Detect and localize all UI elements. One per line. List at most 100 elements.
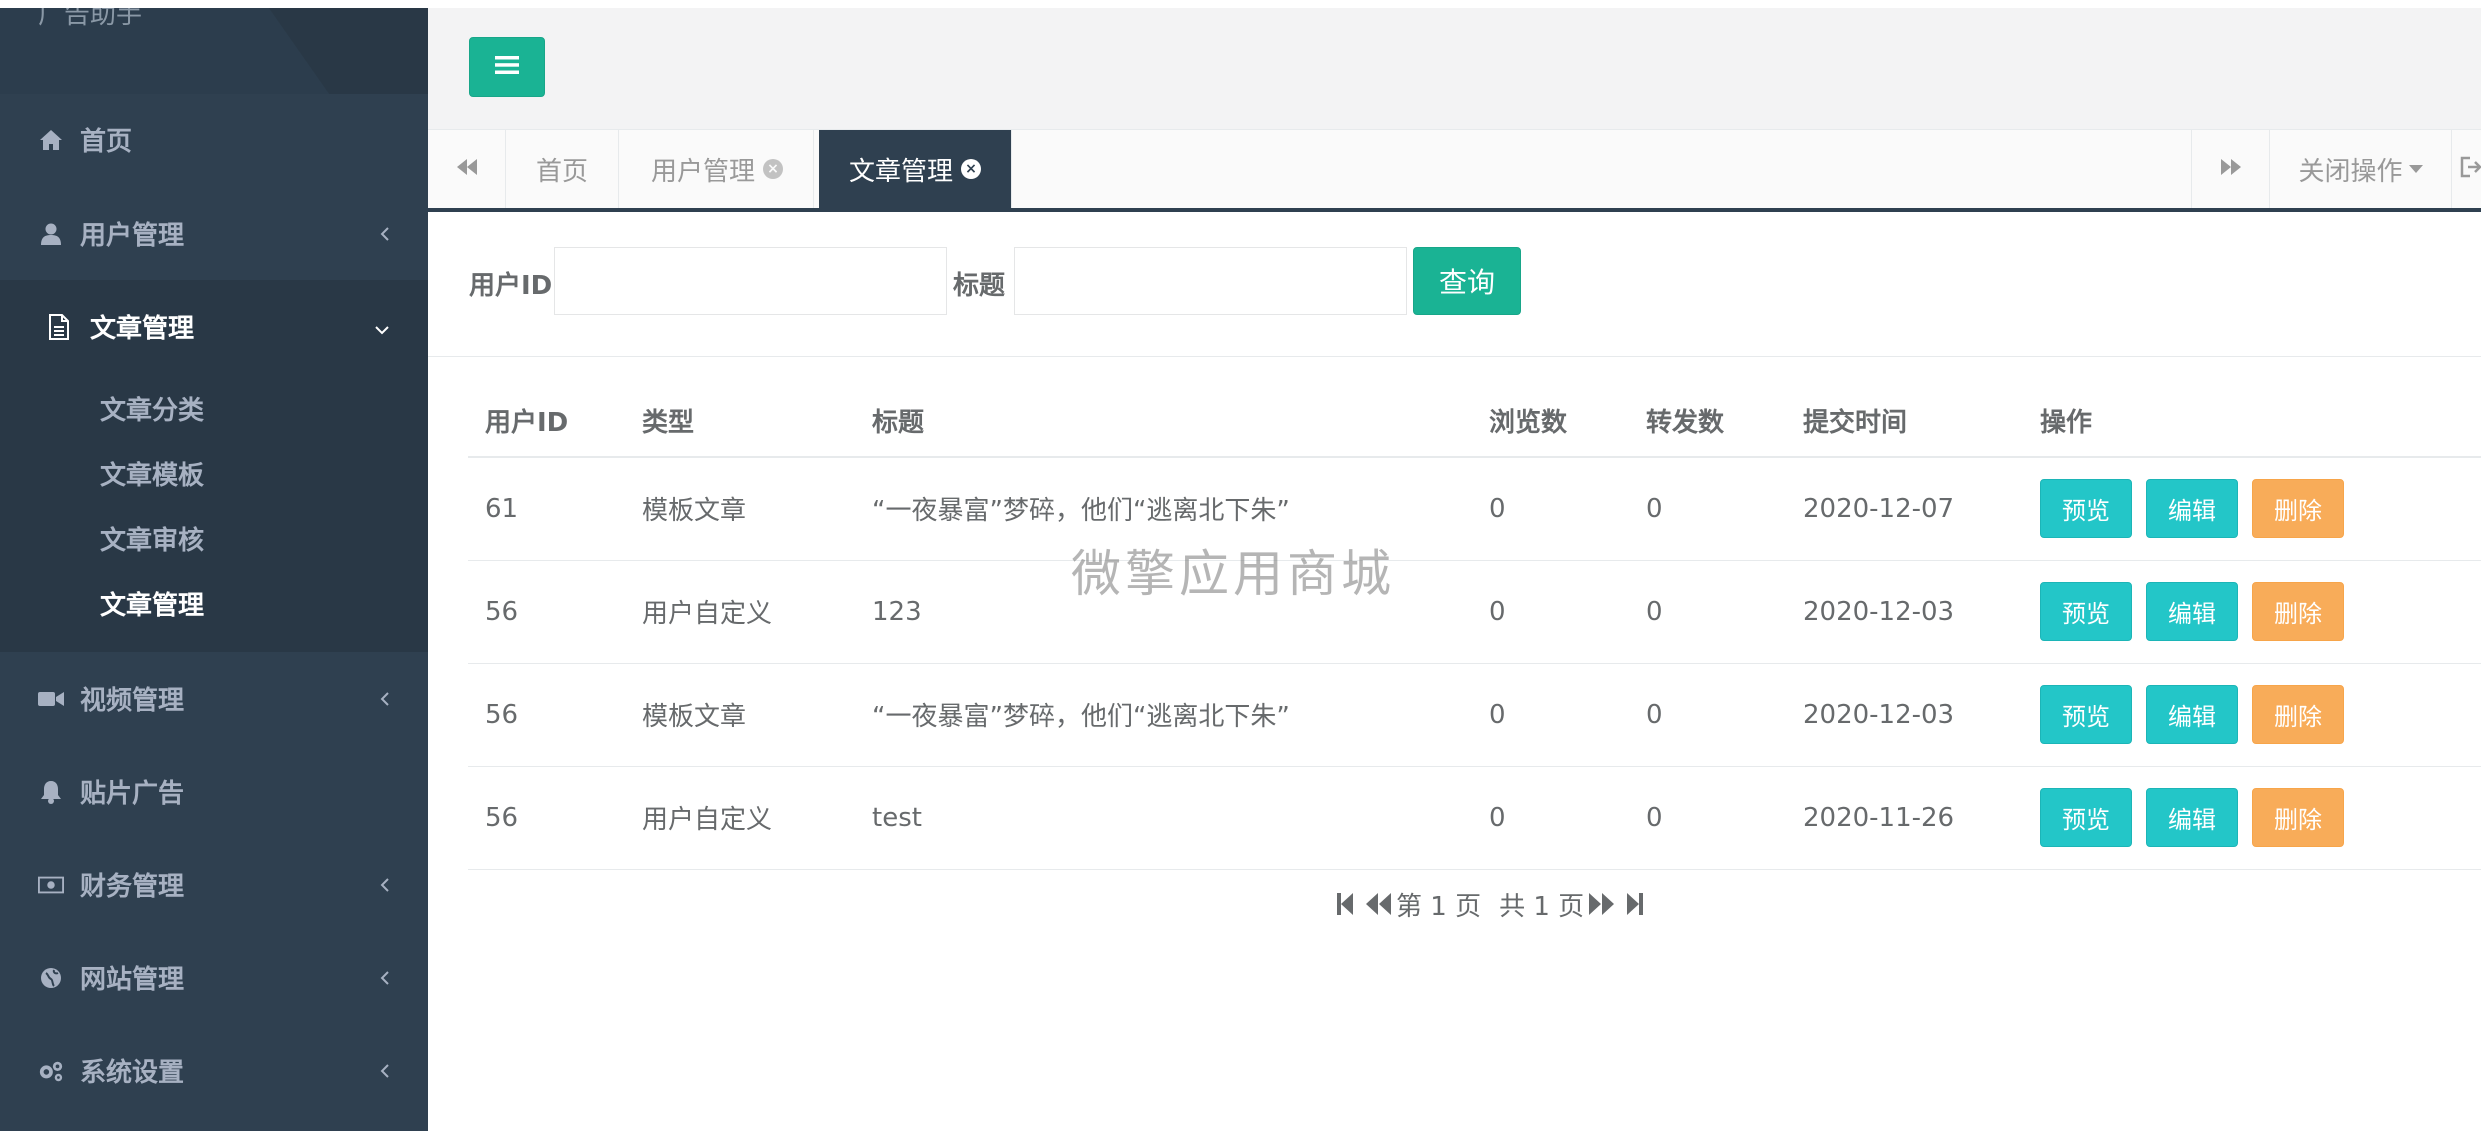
hamburger-icon — [495, 55, 519, 79]
tab-article-manage[interactable]: 文章管理 × — [819, 130, 1013, 208]
tabs-scroll-left-button[interactable] — [428, 130, 506, 208]
sidebar-item-label: 贴片广告 — [80, 779, 185, 809]
prev-page-icon[interactable] — [1364, 891, 1392, 917]
column-header: 浏览数 — [1472, 385, 1629, 458]
cell-views: 0 — [1472, 663, 1629, 767]
chevron-left-icon — [380, 870, 390, 900]
sidebar-item-label: 用户管理 — [80, 221, 185, 251]
column-header: 用户ID — [468, 385, 625, 458]
sidebar-item-videos[interactable]: 视频管理 — [0, 652, 428, 745]
chevron-left-icon — [380, 1056, 390, 1086]
delete-button[interactable]: 删除 — [2252, 685, 2344, 744]
cell-actions: 预览 编辑 删除 — [2023, 663, 2481, 767]
preview-button[interactable]: 预览 — [2040, 479, 2132, 539]
user-icon — [38, 221, 64, 247]
edit-button[interactable]: 编辑 — [2146, 788, 2238, 847]
current-page-text: 第 1 页 — [1396, 891, 1482, 922]
column-header: 转发数 — [1629, 385, 1786, 458]
cell-views: 0 — [1472, 766, 1629, 870]
chevron-left-icon — [380, 684, 390, 714]
chevron-left-icon — [380, 219, 390, 249]
cell-actions: 预览 编辑 删除 — [2023, 560, 2481, 664]
exit-button[interactable] — [2451, 130, 2481, 208]
gears-icon — [38, 1058, 64, 1084]
cell-user-id: 56 — [468, 766, 625, 870]
video-camera-icon — [38, 686, 64, 712]
cell-time: 2020-12-03 — [1786, 560, 2023, 664]
cell-shares: 0 — [1629, 663, 1786, 767]
total-pages-text: 共 1 页 — [1499, 891, 1585, 922]
table-header-row: 用户ID 类型 标题 浏览数 转发数 提交时间 操作 — [468, 385, 2481, 458]
sidebar-item-settings[interactable]: 系统设置 — [0, 1024, 428, 1117]
money-icon — [38, 872, 64, 898]
globe-icon — [38, 965, 64, 991]
cell-title: 123 — [855, 560, 1472, 664]
column-header: 操作 — [2023, 385, 2481, 458]
preview-button[interactable]: 预览 — [2040, 582, 2132, 641]
user-id-label: 用户ID — [469, 271, 553, 301]
cell-shares: 0 — [1629, 457, 1786, 561]
cell-type: 模板文章 — [625, 457, 855, 561]
close-operations-dropdown[interactable]: 关闭操作 — [2269, 130, 2451, 208]
caret-down-icon — [2408, 165, 2423, 173]
delete-button[interactable]: 删除 — [2252, 582, 2344, 641]
chevron-down-icon — [374, 312, 390, 342]
delete-button[interactable]: 删除 — [2252, 788, 2344, 847]
chevron-left-icon — [380, 963, 390, 993]
sidebar-header: 广告助手 — [0, 8, 428, 94]
cell-title: “一夜暴富”梦碎，他们“逃离北下朱” — [855, 663, 1472, 767]
tab-user-manage[interactable]: 用户管理 × — [621, 130, 815, 208]
cell-time: 2020-12-07 — [1786, 457, 2023, 561]
edit-button[interactable]: 编辑 — [2146, 479, 2238, 539]
title-label: 标题 — [953, 271, 1006, 301]
edit-button[interactable]: 编辑 — [2146, 685, 2238, 744]
user-id-input[interactable] — [554, 247, 947, 315]
sidebar-item-users[interactable]: 用户管理 — [0, 187, 428, 280]
close-circle-icon[interactable]: × — [763, 159, 784, 179]
article-table: 用户ID 类型 标题 浏览数 转发数 提交时间 操作 61 模板文章 “一夜暴富… — [468, 385, 2481, 870]
column-header: 提交时间 — [1786, 385, 2023, 458]
sidebar-item-home[interactable]: 首页 — [0, 93, 428, 186]
delete-button[interactable]: 删除 — [2252, 479, 2344, 539]
table-row: 56 用户自定义 123 0 0 2020-12-03 预览 编辑 删除 — [468, 560, 2481, 664]
sidebar-item-label: 视频管理 — [80, 686, 185, 716]
title-input[interactable] — [1014, 247, 1407, 315]
cell-actions: 预览 编辑 删除 — [2023, 766, 2481, 870]
query-button[interactable]: 查询 — [1413, 247, 1521, 315]
sidebar-item-label: 文章管理 — [90, 314, 195, 344]
table-row: 61 模板文章 “一夜暴富”梦碎，他们“逃离北下朱” 0 0 2020-12-0… — [468, 457, 2481, 561]
sidebar-item-website[interactable]: 网站管理 — [0, 931, 428, 1024]
cell-user-id: 56 — [468, 560, 625, 664]
sign-out-icon — [2460, 156, 2481, 182]
menu-toggle-button[interactable] — [469, 37, 545, 97]
tab-home[interactable]: 首页 — [506, 130, 620, 208]
edit-button[interactable]: 编辑 — [2146, 582, 2238, 641]
tab-label: 首页 — [536, 156, 589, 187]
cell-type: 用户自定义 — [625, 560, 855, 664]
cell-views: 0 — [1472, 457, 1629, 561]
sidebar: 广告助手 首页 用户管理 文章管理 文章分类 文章模板 文章审核 文章管理 视频… — [0, 0, 428, 1131]
sidebar-subitem-article-category[interactable]: 文章分类 — [100, 390, 204, 427]
column-header: 标题 — [855, 385, 1472, 458]
last-page-icon[interactable] — [1626, 891, 1644, 917]
tabs-scroll-right-button[interactable] — [2191, 130, 2269, 208]
cell-user-id: 61 — [468, 457, 625, 561]
bell-icon — [38, 779, 64, 805]
close-circle-icon[interactable]: × — [961, 159, 982, 179]
sidebar-item-ads[interactable]: 贴片广告 — [0, 745, 428, 838]
tab-label: 文章管理 — [849, 156, 954, 187]
next-page-icon[interactable] — [1588, 891, 1616, 917]
sidebar-subitem-article-review[interactable]: 文章审核 — [100, 520, 204, 557]
preview-button[interactable]: 预览 — [2040, 788, 2132, 847]
first-page-icon[interactable] — [1336, 891, 1354, 917]
preview-button[interactable]: 预览 — [2040, 685, 2132, 744]
sidebar-subitem-article-manage[interactable]: 文章管理 — [100, 585, 204, 622]
sidebar-subitem-article-template[interactable]: 文章模板 — [100, 455, 204, 492]
sidebar-item-articles[interactable]: 文章管理 — [0, 280, 428, 373]
close-ops-label: 关闭操作 — [2298, 156, 2403, 187]
sidebar-item-finance[interactable]: 财务管理 — [0, 838, 428, 931]
pagination: 第 1 页 共 1 页 — [1336, 884, 1644, 924]
search-form: 用户ID 标题 查询 — [428, 212, 2481, 357]
brand-name: 广告助手 — [38, 8, 143, 30]
cell-time: 2020-12-03 — [1786, 663, 2023, 767]
